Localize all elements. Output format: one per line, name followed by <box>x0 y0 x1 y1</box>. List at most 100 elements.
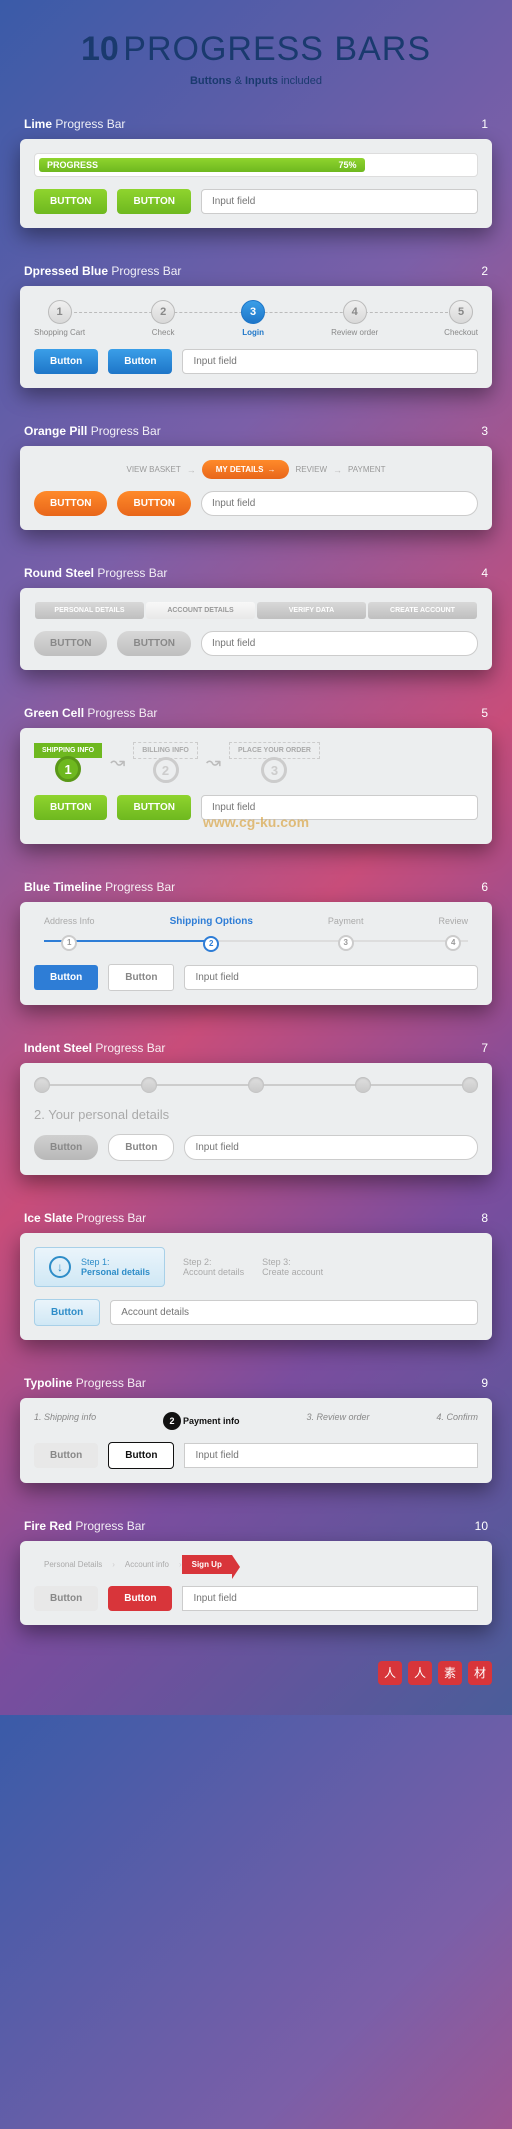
page-title: 10 PROGRESS BARS <box>20 30 492 69</box>
indent-dot-1[interactable] <box>34 1077 50 1093</box>
ice-input[interactable] <box>110 1300 478 1325</box>
steel-tab-3[interactable]: VERIFY DATA <box>257 602 366 619</box>
fire-step-3[interactable]: Sign Up <box>182 1555 232 1574</box>
indent-dot-5[interactable] <box>462 1077 478 1093</box>
dblue-step-1[interactable]: 1Shopping Cart <box>34 300 85 337</box>
arrow-right-icon: ↝ <box>110 752 125 773</box>
orange-step-1[interactable]: VIEW BASKET <box>127 465 181 474</box>
dblue-button-2[interactable]: Button <box>108 349 172 374</box>
section-header-fire: Fire Red Progress Bar 10 <box>20 1519 492 1541</box>
steel-tab-4[interactable]: CREATE ACCOUNT <box>368 602 477 619</box>
fire-input[interactable] <box>182 1586 478 1611</box>
footer-badge-icon: 人 <box>378 1661 402 1685</box>
section-header-gcell: Green Cell Progress Bar 5 <box>20 706 492 728</box>
typo-step-3[interactable]: 3. Review order <box>306 1412 369 1430</box>
bluetl-button-1[interactable]: Button <box>34 965 98 990</box>
indent-title: 2. Your personal details <box>34 1107 478 1122</box>
ice-steps: ↓ Step 1:Personal details Step 2:Account… <box>34 1247 478 1287</box>
section-header-orange: Orange Pill Progress Bar 3 <box>20 424 492 446</box>
indent-dot-4[interactable] <box>355 1077 371 1093</box>
bluetl-button-2[interactable]: Button <box>108 964 174 991</box>
section-header-dblue: Dpressed Blue Progress Bar 2 <box>20 264 492 286</box>
steel-button-1[interactable]: BUTTON <box>34 631 107 656</box>
arrow-right-icon: → <box>267 465 275 474</box>
indent-dots <box>34 1077 478 1093</box>
arrow-right-icon: → <box>187 465 196 475</box>
indent-button-1[interactable]: Button <box>34 1135 98 1160</box>
dblue-step-3[interactable]: 3Login <box>241 300 265 337</box>
ice-card: ↓ Step 1:Personal details Step 2:Account… <box>20 1233 492 1340</box>
section-index: 3 <box>481 424 488 438</box>
section-header-lime: Lime Progress Bar 1 <box>20 117 492 139</box>
section-index: 8 <box>481 1211 488 1225</box>
indent-input[interactable] <box>184 1135 478 1160</box>
title-number: 10 <box>81 30 119 68</box>
orange-input[interactable] <box>201 491 478 516</box>
arrow-right-icon: ↝ <box>206 752 221 773</box>
section-index: 4 <box>481 566 488 580</box>
bluetl-step-2[interactable]: Shipping Options2 <box>170 916 253 952</box>
typo-button-1[interactable]: Button <box>34 1443 98 1468</box>
gcell-step-2[interactable]: BILLING INFO2 <box>133 742 198 783</box>
section-header-bluetl: Blue Timeline Progress Bar 6 <box>20 880 492 902</box>
orange-step-4[interactable]: PAYMENT <box>348 465 385 474</box>
title-text: PROGRESS BARS <box>123 30 431 68</box>
lime-progress-track: PROGRESS 75% <box>34 153 478 177</box>
typo-button-2[interactable]: Button <box>108 1442 174 1469</box>
dblue-step-2[interactable]: 2Check <box>151 300 175 337</box>
section-index: 5 <box>481 706 488 720</box>
section-index: 1 <box>481 117 488 131</box>
fire-button-2[interactable]: Button <box>108 1586 172 1611</box>
bluetl-steps: Address Info1 Shipping Options2 Payment3… <box>34 916 478 952</box>
dblue-input[interactable] <box>182 349 478 374</box>
dblue-step-4[interactable]: 4Review order <box>331 300 378 337</box>
lime-progress-fill: PROGRESS 75% <box>39 158 365 172</box>
fire-step-1[interactable]: Personal Details <box>34 1555 112 1574</box>
orange-step-3[interactable]: REVIEW <box>295 465 327 474</box>
ice-step-2[interactable]: Step 2:Account details <box>183 1257 244 1277</box>
dblue-button-1[interactable]: Button <box>34 349 98 374</box>
steel-tab-1[interactable]: PERSONAL DETAILS <box>35 602 144 619</box>
ice-step-1[interactable]: ↓ Step 1:Personal details <box>34 1247 165 1287</box>
gcell-step-3[interactable]: PLACE YOUR ORDER3 <box>229 742 320 783</box>
lime-input[interactable] <box>201 189 478 214</box>
gcell-steps: SHIPPING INFO1 ↝ BILLING INFO2 ↝ PLACE Y… <box>34 742 478 783</box>
bluetl-input[interactable] <box>184 965 478 990</box>
gcell-button-1[interactable]: BUTTON <box>34 795 107 820</box>
indent-dot-2[interactable] <box>141 1077 157 1093</box>
indent-button-2[interactable]: Button <box>108 1134 174 1161</box>
steel-tab-2[interactable]: ACCOUNT DETAILS <box>146 602 255 619</box>
steel-button-2[interactable]: BUTTON <box>117 631 190 656</box>
ice-button-1[interactable]: Button <box>34 1299 100 1326</box>
ice-step-3[interactable]: Step 3:Create account <box>262 1257 323 1277</box>
lime-button-2[interactable]: BUTTON <box>117 189 190 214</box>
orange-button-2[interactable]: BUTTON <box>117 491 190 516</box>
bluetl-step-4[interactable]: Review4 <box>438 916 468 952</box>
section-index: 2 <box>481 264 488 278</box>
section-header-typo: Typoline Progress Bar 9 <box>20 1376 492 1398</box>
bluetl-card: Address Info1 Shipping Options2 Payment3… <box>20 902 492 1005</box>
bluetl-step-1[interactable]: Address Info1 <box>44 916 95 952</box>
orange-button-1[interactable]: BUTTON <box>34 491 107 516</box>
lime-button-1[interactable]: BUTTON <box>34 189 107 214</box>
fire-steps: Personal Details › Account info › Sign U… <box>34 1555 478 1574</box>
bluetl-step-3[interactable]: Payment3 <box>328 916 364 952</box>
gcell-input[interactable] <box>201 795 478 820</box>
typo-step-1[interactable]: 1. Shipping info <box>34 1412 96 1430</box>
steel-tabs: PERSONAL DETAILS ACCOUNT DETAILS VERIFY … <box>34 602 478 619</box>
section-header-steel: Round Steel Progress Bar 4 <box>20 566 492 588</box>
gcell-button-2[interactable]: BUTTON <box>117 795 190 820</box>
fire-step-2[interactable]: Account info <box>115 1555 179 1574</box>
section-index: 7 <box>481 1041 488 1055</box>
gcell-step-1[interactable]: SHIPPING INFO1 <box>34 743 102 782</box>
orange-step-2[interactable]: MY DETAILS → <box>202 460 290 479</box>
typo-step-4[interactable]: 4. Confirm <box>436 1412 478 1430</box>
fire-button-1[interactable]: Button <box>34 1586 98 1611</box>
indent-dot-3[interactable] <box>248 1077 264 1093</box>
steel-input[interactable] <box>201 631 478 656</box>
dblue-step-5[interactable]: 5Checkout <box>444 300 478 337</box>
lime-card: PROGRESS 75% BUTTON BUTTON <box>20 139 492 228</box>
footer-badges: 人 人 素 材 <box>20 1661 492 1685</box>
typo-input[interactable] <box>184 1443 478 1468</box>
typo-step-2[interactable]: 2Payment info <box>163 1412 240 1430</box>
